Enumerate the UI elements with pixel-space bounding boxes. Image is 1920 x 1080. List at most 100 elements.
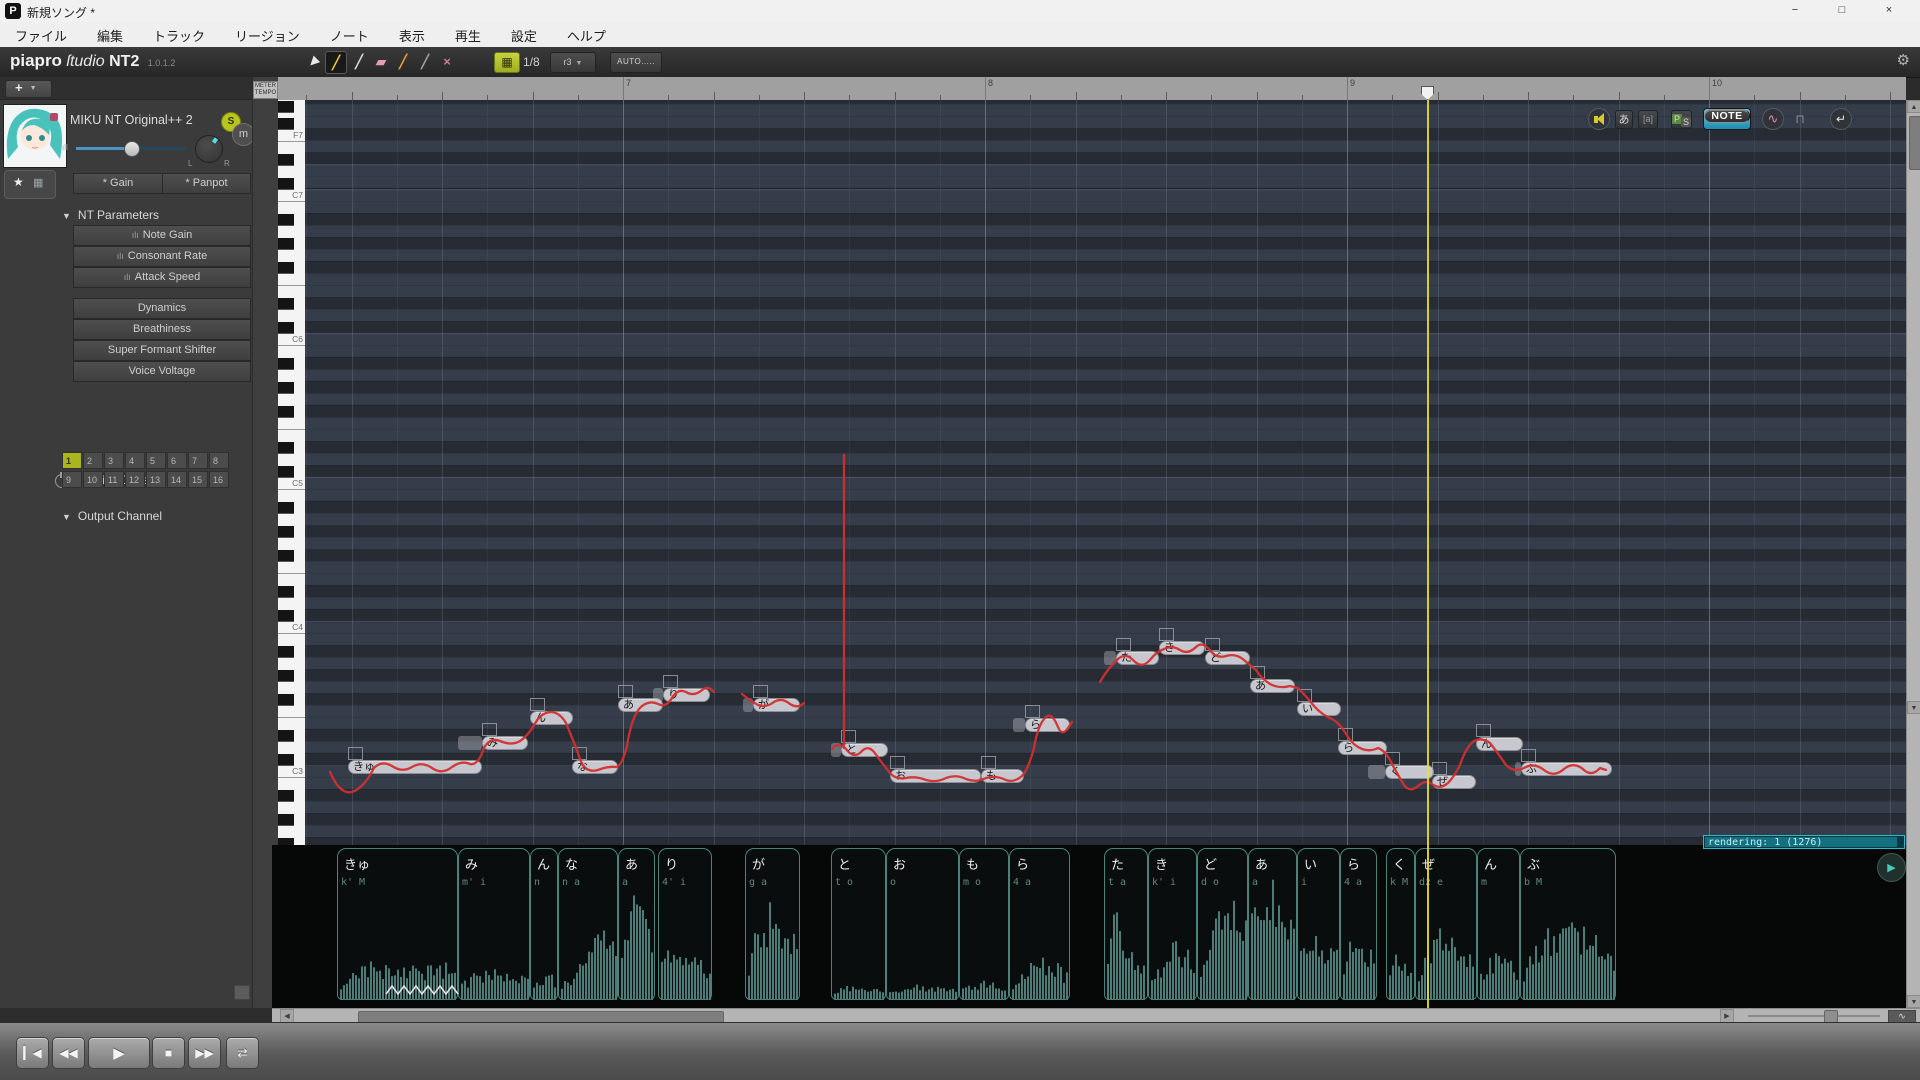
black-key[interactable]: [278, 838, 294, 845]
note-handle[interactable]: [572, 747, 587, 760]
black-key[interactable]: [278, 298, 294, 310]
gain-button[interactable]: * Gain: [73, 173, 163, 194]
note-handle[interactable]: [530, 698, 545, 711]
close-button[interactable]: ×: [1872, 0, 1906, 21]
note[interactable]: み: [482, 736, 528, 750]
channel-6[interactable]: 6: [167, 452, 187, 469]
black-key[interactable]: [278, 101, 294, 113]
piano-roll-grid[interactable]: きゅみんなありがとおもらたきどあいらくぜんぶ: [305, 100, 1906, 845]
vscroll-thumb[interactable]: [1909, 116, 1920, 170]
voice-param-0[interactable]: Dynamics: [73, 298, 251, 319]
note-handle[interactable]: [1250, 666, 1265, 679]
note-handle[interactable]: [1297, 689, 1312, 702]
note[interactable]: ぶ: [1521, 762, 1612, 776]
snap-value[interactable]: 1/8: [523, 55, 540, 69]
pen-tool[interactable]: ╱: [393, 51, 413, 72]
menu-item[interactable]: 再生: [440, 22, 496, 47]
black-key[interactable]: [278, 118, 294, 130]
note[interactable]: き: [1159, 641, 1205, 655]
black-key[interactable]: [278, 466, 294, 478]
note-view-button[interactable]: NOTE: [1704, 109, 1750, 123]
scroll-down2-icon[interactable]: ▼: [1907, 995, 1920, 1008]
note-handle[interactable]: [618, 685, 633, 698]
black-key[interactable]: [278, 526, 294, 538]
singer-avatar[interactable]: [3, 104, 67, 168]
nt-param-0[interactable]: ılıNote Gain: [73, 225, 251, 246]
menu-item[interactable]: リージョン: [220, 22, 315, 47]
waveform-strip[interactable]: きゅk' Mみm' iんnなn aあaり4' iがg aとt oおoもm oら4…: [272, 845, 1906, 1008]
voice-param-3[interactable]: Voice Voltage: [73, 361, 251, 382]
note-handle[interactable]: [981, 756, 996, 769]
black-key[interactable]: [278, 178, 294, 190]
black-key[interactable]: [278, 238, 294, 250]
note-handle[interactable]: [1205, 638, 1220, 651]
black-key[interactable]: [278, 550, 294, 562]
pitch-step-tool-button[interactable]: ⊓: [1789, 110, 1811, 129]
channel-16[interactable]: 16: [209, 471, 229, 488]
follow-playback-button[interactable]: ▶: [1877, 853, 1906, 882]
apply-button[interactable]: ↵: [1830, 108, 1852, 130]
black-key[interactable]: [278, 586, 294, 598]
volume-knob[interactable]: [124, 141, 140, 157]
channel-10[interactable]: 10: [83, 471, 103, 488]
channel-2[interactable]: 2: [83, 452, 103, 469]
note[interactable]: な: [572, 760, 618, 774]
note-handle[interactable]: [663, 675, 678, 688]
black-key[interactable]: [278, 322, 294, 334]
channel-8[interactable]: 8: [209, 452, 229, 469]
menu-item[interactable]: 編集: [82, 22, 138, 47]
channel-12[interactable]: 12: [125, 471, 145, 488]
gear-icon[interactable]: ⚙: [1897, 51, 1910, 69]
note-handle[interactable]: [1116, 638, 1131, 651]
note-handle[interactable]: [841, 730, 856, 743]
channel-9[interactable]: 9: [62, 471, 82, 488]
note[interactable]: お: [890, 769, 981, 783]
preview-speaker-button[interactable]: [1588, 108, 1610, 130]
note[interactable]: ん: [1476, 737, 1523, 751]
note-handle[interactable]: [1338, 728, 1353, 741]
menu-item[interactable]: ヘルプ: [552, 22, 621, 47]
pan-knob[interactable]: [195, 135, 223, 163]
auto-button[interactable]: AUTO.....: [610, 52, 662, 73]
forward-button[interactable]: ▶▶: [188, 1037, 221, 1069]
note[interactable]: ん: [530, 711, 573, 725]
lyric-mode-button[interactable]: あ: [1615, 110, 1633, 129]
note-handle[interactable]: [1521, 749, 1536, 762]
nt-param-1[interactable]: ılıConsonant Rate: [73, 246, 251, 267]
pencil-tool[interactable]: ╱: [325, 51, 347, 74]
menu-item[interactable]: トラック: [138, 22, 220, 47]
note[interactable]: あ: [1250, 679, 1295, 693]
minimize-button[interactable]: −: [1778, 0, 1812, 21]
note-handle[interactable]: [348, 747, 363, 760]
black-key[interactable]: [278, 610, 294, 622]
channel-14[interactable]: 14: [167, 471, 187, 488]
note-handle[interactable]: [1432, 762, 1447, 775]
voice-param-2[interactable]: Super Formant Shifter: [73, 340, 251, 361]
black-key[interactable]: [278, 814, 294, 826]
black-key[interactable]: [278, 382, 294, 394]
channel-1[interactable]: 1: [62, 452, 82, 469]
nt-parameters-header[interactable]: ▼NT Parameters: [62, 208, 159, 222]
phoneme-mode-button[interactable]: [a]: [1638, 110, 1658, 129]
channel-7[interactable]: 7: [188, 452, 208, 469]
knife-tool[interactable]: ╱: [415, 51, 435, 72]
channel-5[interactable]: 5: [146, 452, 166, 469]
note[interactable]: も: [981, 769, 1024, 783]
black-key[interactable]: [278, 442, 294, 454]
delete-tool[interactable]: ×: [437, 51, 457, 72]
black-key[interactable]: [278, 730, 294, 742]
grid-snap-button[interactable]: ▦: [494, 52, 520, 73]
note[interactable]: り: [663, 688, 710, 702]
note-handle[interactable]: [1385, 752, 1400, 765]
sidebar-resize-handle[interactable]: [234, 985, 250, 1000]
channel-3[interactable]: 3: [104, 452, 124, 469]
stop-button[interactable]: ■: [152, 1037, 185, 1069]
black-key[interactable]: [278, 694, 294, 706]
black-key[interactable]: [278, 154, 294, 166]
black-key[interactable]: [278, 790, 294, 802]
note[interactable]: ら: [1338, 741, 1387, 755]
black-key[interactable]: [278, 670, 294, 682]
note-length-dropdown[interactable]: r3▼: [550, 52, 596, 73]
channel-13[interactable]: 13: [146, 471, 166, 488]
note[interactable]: と: [841, 743, 888, 757]
